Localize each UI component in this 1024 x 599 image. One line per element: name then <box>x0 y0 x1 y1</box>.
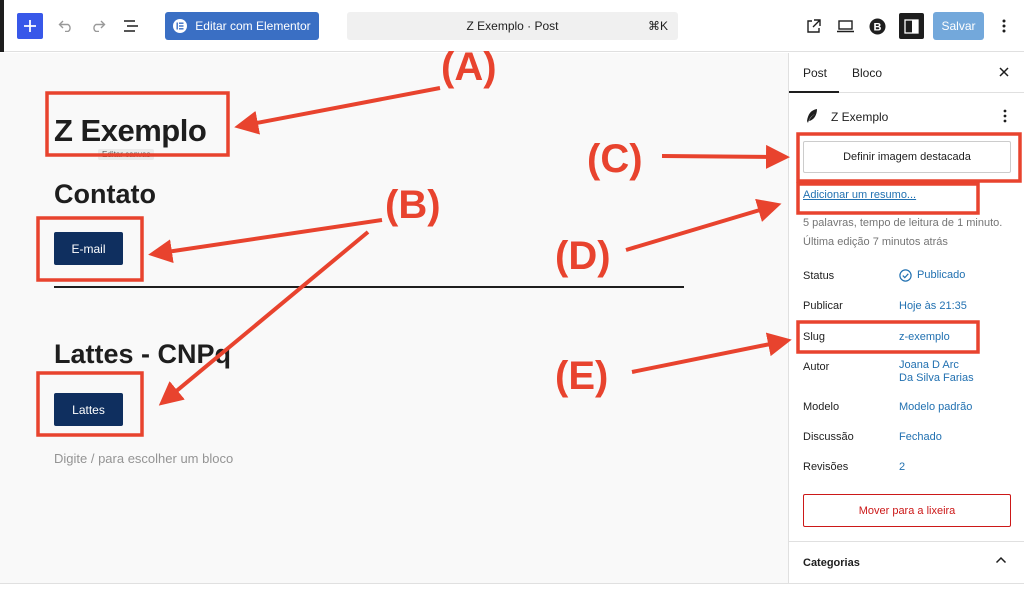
post-summary-header: Z Exemplo <box>803 107 1013 127</box>
list-view-icon <box>124 20 138 32</box>
slug-label: Slug <box>803 331 826 343</box>
add-excerpt-link[interactable]: Adicionar um resumo... <box>803 189 916 201</box>
discussion-value[interactable]: Fechado <box>899 431 942 444</box>
command-palette-bar[interactable]: Z Exemplo · Post ⌘K <box>347 12 678 40</box>
document-overview-button[interactable] <box>118 13 144 39</box>
word-count-text: 5 palavras, tempo de leitura de 1 minuto… <box>803 217 1003 229</box>
settings-sidebar: Post Bloco Z Exemplo Definir imagem dest… <box>788 53 1024 583</box>
heading-lattes[interactable]: Lattes - CNPq <box>54 339 231 370</box>
command-shortcut: ⌘K <box>647 19 668 33</box>
close-icon[interactable] <box>997 65 1011 79</box>
b-logo-icon: B <box>869 18 885 34</box>
feather-icon <box>807 109 817 123</box>
author-label: Autor <box>803 361 830 373</box>
discussion-label: Discussão <box>803 431 854 443</box>
redo-button[interactable] <box>86 13 110 39</box>
block-appender-placeholder[interactable]: Digite / para escolher um bloco <box>54 451 233 466</box>
add-block-button[interactable] <box>17 13 43 39</box>
email-button-block[interactable]: E-mail <box>54 232 123 265</box>
save-button[interactable]: Salvar <box>933 12 984 40</box>
tab-block[interactable]: Bloco <box>852 66 882 80</box>
external-link-icon <box>806 18 821 33</box>
author-name-line1: Joana D Arc <box>899 359 959 371</box>
edit-with-elementor-label: Editar com Elementor <box>195 19 311 33</box>
edit-with-elementor-button[interactable]: Editar com Elementor <box>165 12 319 40</box>
chevron-up-icon[interactable] <box>995 556 1007 564</box>
save-label: Salvar <box>941 19 976 33</box>
categories-panel[interactable]: Categorias <box>789 541 1024 583</box>
lattes-button-block[interactable]: Lattes <box>54 393 123 426</box>
view-post-button[interactable] <box>802 14 824 38</box>
status-label: Status <box>803 270 835 282</box>
author-name-line2: Da Silva Farias <box>899 372 974 384</box>
separator-block[interactable] <box>54 286 684 288</box>
post-title[interactable]: Z Exemplo <box>54 113 207 149</box>
heading-contato[interactable]: Contato <box>54 179 156 210</box>
command-title: Z Exemplo · Post <box>466 19 559 33</box>
set-featured-image-button[interactable]: Definir imagem destacada <box>803 141 1011 173</box>
left-edge-bar <box>0 0 4 52</box>
desktop-icon <box>836 19 854 32</box>
last-edited-text: Última edição 7 minutos atrás <box>803 236 948 248</box>
sidebar-toggle-icon <box>904 18 919 34</box>
sidebar-tabs: Post Bloco <box>789 53 1024 93</box>
undo-button[interactable] <box>54 13 78 39</box>
template-label: Modelo <box>803 401 840 413</box>
settings-sidebar-toggle[interactable] <box>899 13 924 39</box>
status-value[interactable]: Publicado <box>899 269 965 282</box>
plus-icon <box>24 20 36 32</box>
more-vertical-icon[interactable] <box>1003 109 1007 123</box>
published-check-icon <box>899 269 912 282</box>
revisions-value[interactable]: 2 <box>899 461 905 474</box>
move-to-trash-button[interactable]: Mover para a lixeira <box>803 494 1011 527</box>
tab-post[interactable]: Post <box>803 66 827 80</box>
revisions-label: Revisões <box>803 461 849 473</box>
canvas-tooltip: Editar canvas <box>98 149 155 160</box>
elementor-icon <box>173 19 188 33</box>
active-tab-indicator <box>789 91 839 93</box>
svg-text:B: B <box>873 21 881 33</box>
categories-label: Categorias <box>803 557 860 569</box>
author-value[interactable]: Joana D Arc Da Silva Farias <box>899 359 974 385</box>
redo-icon <box>93 20 106 32</box>
slug-value[interactable]: z-exemplo <box>899 331 950 344</box>
publish-date-value[interactable]: Hoje às 21:35 <box>899 300 967 313</box>
publish-label: Publicar <box>803 300 843 312</box>
plugin-b-button[interactable]: B <box>866 14 888 38</box>
undo-icon <box>58 20 71 32</box>
more-vertical-icon <box>1002 19 1006 33</box>
top-toolbar: Editar com Elementor Z Exemplo · Post ⌘K… <box>0 0 1024 52</box>
block-editor-window: Editar com Elementor Z Exemplo · Post ⌘K… <box>0 0 1024 599</box>
preview-button[interactable] <box>834 14 856 38</box>
options-button[interactable] <box>994 13 1014 39</box>
post-name: Z Exemplo <box>831 110 889 124</box>
status-value-text: Publicado <box>917 269 966 281</box>
editor-canvas[interactable]: Z Exemplo Editar canvas Contato E-mail L… <box>0 53 788 583</box>
template-value[interactable]: Modelo padrão <box>899 401 972 414</box>
footer-bar <box>0 583 1024 599</box>
